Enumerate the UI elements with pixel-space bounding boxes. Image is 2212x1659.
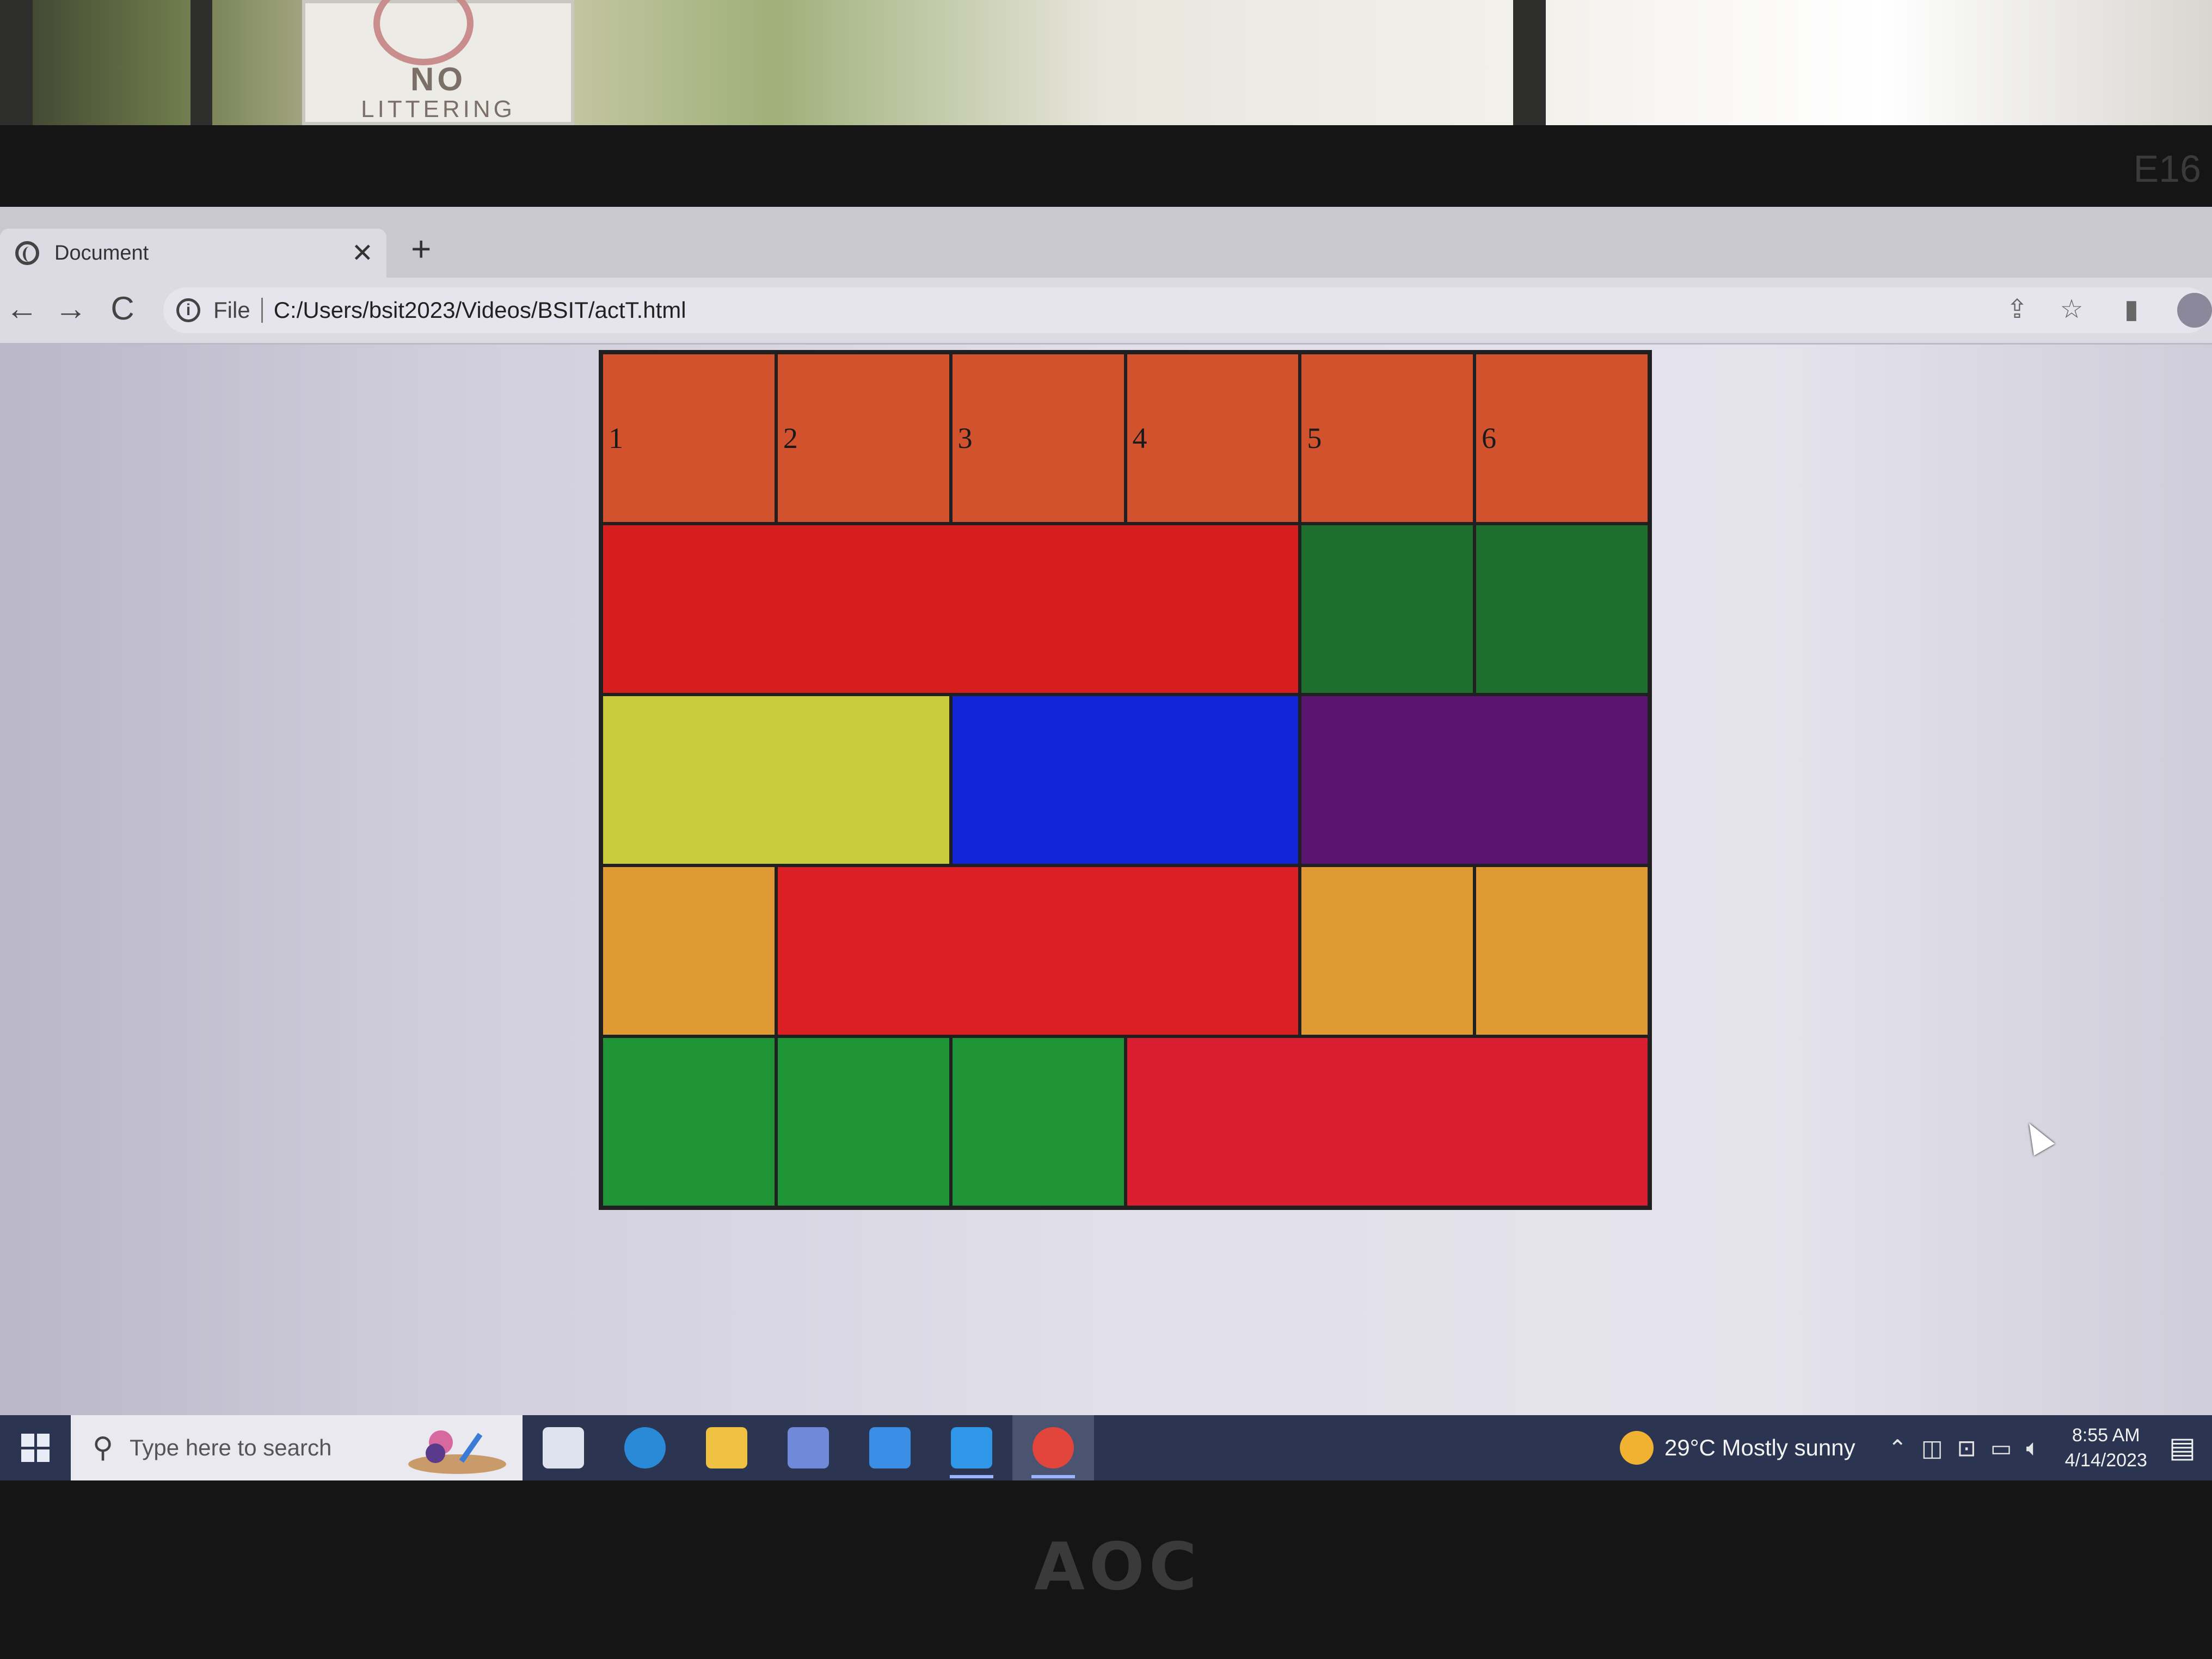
chevron-up-icon[interactable]: ⌃ [1888,1435,1907,1461]
network-share-icon[interactable]: ⊡ [1957,1435,1976,1461]
profile-icon[interactable] [2177,293,2212,328]
mail-icon-glyph [869,1427,911,1468]
scheme-label: File [213,297,250,323]
weather-icon[interactable] [1620,1431,1654,1465]
cell-label: 3 [957,422,973,454]
task-view-icon[interactable] [523,1415,604,1480]
table-cell [1474,865,1649,1036]
taskbar-apps [523,1415,1094,1480]
monitor-brand-logo: AOC [1034,1529,1201,1605]
table-cell [1125,1036,1649,1207]
volume-icon[interactable]: 🔈︎ [2026,1435,2039,1461]
cell-label: 4 [1132,422,1147,454]
table-cell: 3 [950,353,1126,524]
store-icon[interactable] [767,1415,849,1480]
table-cell [1300,695,1649,865]
mail-icon[interactable] [849,1415,931,1480]
table-cell: 4 [1125,353,1300,524]
cell-label: 6 [1482,422,1497,454]
side-panel-icon[interactable]: ▮ [2116,294,2147,324]
sign-line-1: NO [410,61,466,97]
vscode-icon[interactable] [931,1415,1012,1480]
file-explorer-icon[interactable] [686,1415,767,1480]
forward-button[interactable]: → [52,290,90,327]
edge-icon[interactable] [604,1415,686,1480]
clock-date: 4/14/2023 [2064,1450,2147,1471]
table-cell: 2 [776,353,951,524]
browser-toolbar: ← → C i File C:/Users/bsit2023/Videos/BS… [0,278,2212,345]
screen: Document ✕ + ← → C i File C:/Users/bsit2… [0,207,2212,1480]
cell-label: 5 [1307,422,1322,454]
file-explorer-icon-glyph [706,1427,747,1468]
site-info-icon[interactable]: i [176,298,200,322]
taskbar: ⚲ Type here to search 29°C Mostly sunny … [0,1415,2212,1480]
windows-icon [21,1434,50,1462]
search-icon: ⚲ [93,1432,114,1464]
chrome-icon[interactable] [1012,1415,1094,1480]
cell-label: 1 [609,422,623,454]
reload-button[interactable]: C [103,290,142,327]
table-cell [776,865,1300,1036]
url-text[interactable]: C:/Users/bsit2023/Videos/BSIT/actT.html [274,297,686,323]
weather-text[interactable]: 29°C Mostly sunny [1664,1435,1855,1461]
table-cell [601,695,951,865]
search-placeholder: Type here to search [130,1435,332,1460]
table-cell [601,524,1300,695]
start-button[interactable] [0,1415,71,1480]
sign-line-2: LITTERING [361,96,515,122]
notification-icon[interactable]: ▤ [2169,1431,2196,1464]
table-cell: 5 [1300,353,1475,524]
vscode-icon-glyph [951,1427,992,1468]
store-icon-glyph [788,1427,829,1468]
table-cell [601,1036,776,1207]
taskbar-search[interactable]: ⚲ Type here to search [71,1415,523,1480]
table-cell [776,1036,951,1207]
color-table: 1 2 3 4 5 6 [599,350,1652,1210]
table-cell: 1 [601,353,776,524]
edge-icon-glyph [624,1427,666,1468]
new-tab-button[interactable]: + [411,229,431,269]
monitor-model-label: E16 [2133,148,2201,190]
meet-icon[interactable]: ◫ [1921,1435,1943,1461]
no-littering-sign: NO LITTERING [302,0,574,125]
globe-icon [15,241,39,265]
tab-title: Document [54,241,149,265]
table-cell: 6 [1474,353,1649,524]
no-symbol-icon [373,0,474,65]
system-tray: 29°C Mostly sunny ⌃ ◫ ⊡ ▭ 🔈︎ 8:55 AM 4/1… [1620,1415,2212,1480]
address-bar[interactable]: i File C:/Users/bsit2023/Videos/BSIT/act… [163,287,2210,333]
table-cell [950,695,1300,865]
table-cell [1300,524,1475,695]
share-icon[interactable]: ⇪ [2002,294,2032,324]
clock[interactable]: 8:55 AM 4/14/2023 [2065,1423,2147,1473]
table-cell [1300,865,1475,1036]
back-button[interactable]: ← [3,290,41,327]
search-highlight-icon [408,1430,506,1474]
close-tab-icon[interactable]: ✕ [352,238,373,268]
page-content: 1 2 3 4 5 6 [0,345,2212,1415]
window-frame [191,0,212,142]
network-icon[interactable]: ▭ [1990,1435,2012,1461]
chrome-icon-glyph [1033,1427,1074,1468]
cell-label: 2 [783,422,798,454]
window-frame [1513,0,1546,142]
task-view-icon-glyph [543,1427,584,1468]
clock-time: 8:55 AM [2072,1425,2140,1446]
room-background: NO LITTERING [0,0,2212,142]
tab-document[interactable]: Document ✕ [0,229,386,278]
star-icon[interactable]: ☆ [2056,294,2087,324]
omnibox-separator [261,298,263,323]
table-cell [601,865,776,1036]
tab-strip: Document ✕ + [0,207,2212,278]
table-cell [1474,524,1649,695]
table-cell [950,1036,1126,1207]
window-frame [0,0,33,142]
